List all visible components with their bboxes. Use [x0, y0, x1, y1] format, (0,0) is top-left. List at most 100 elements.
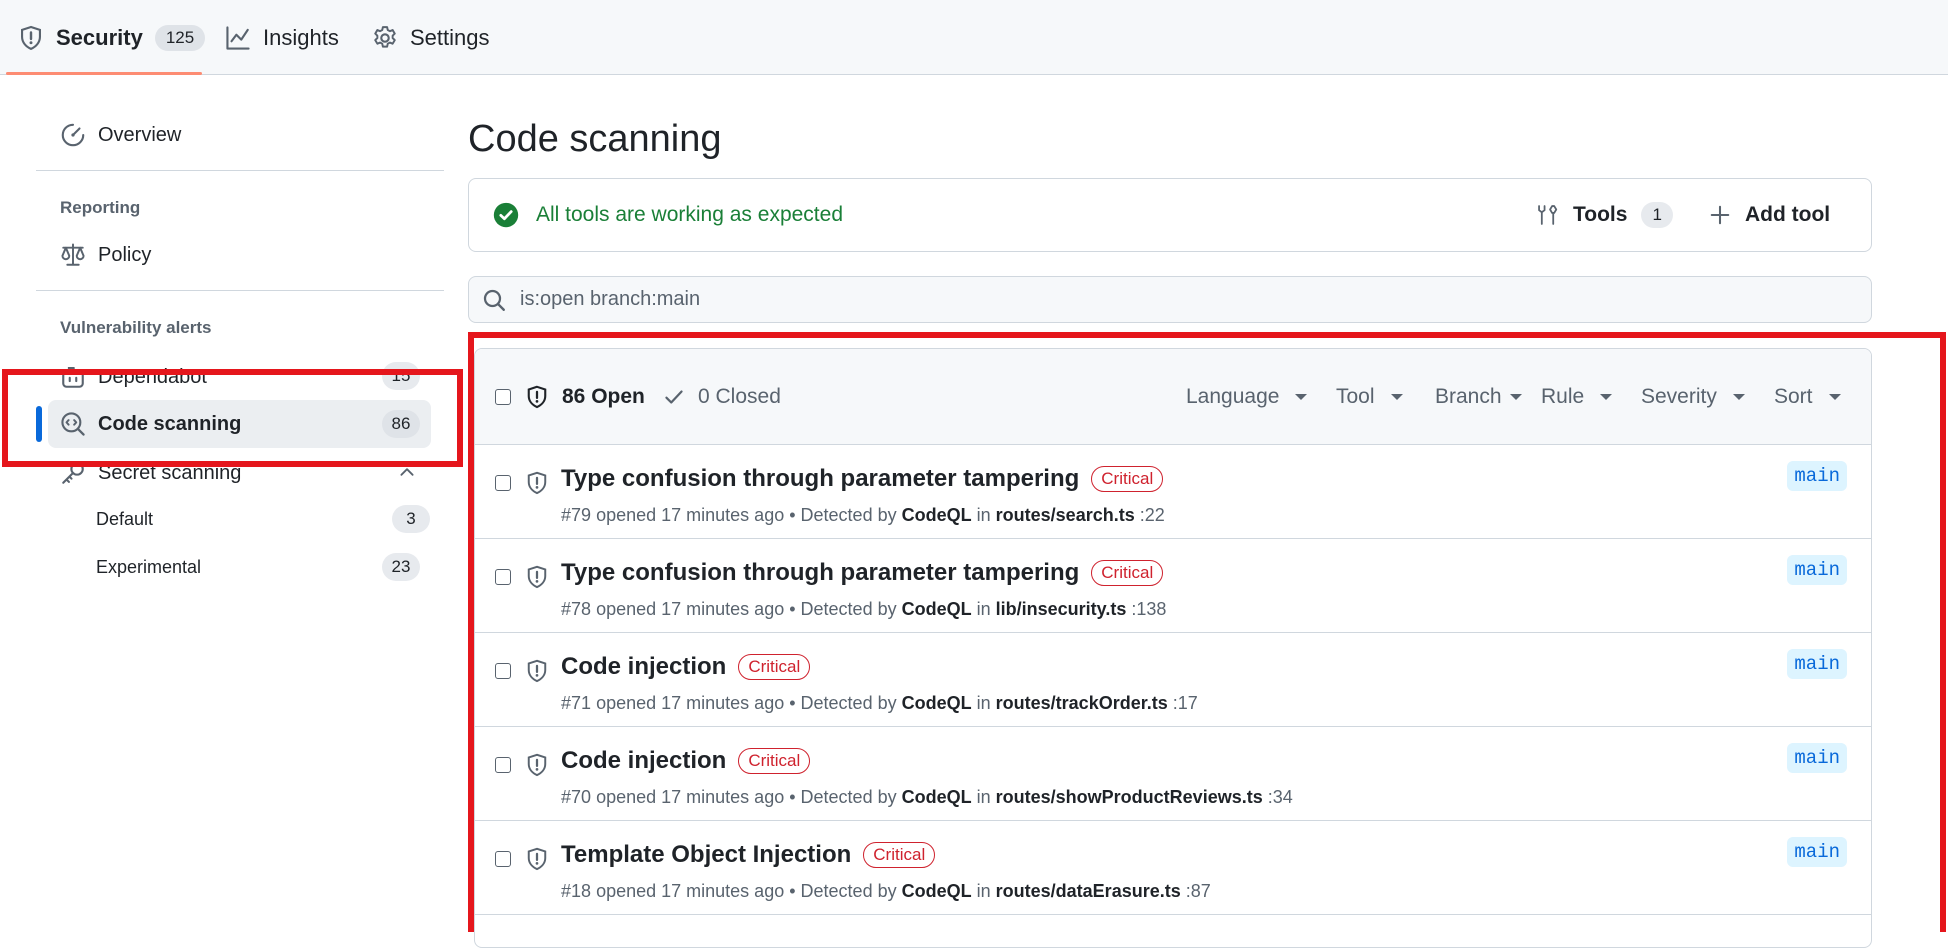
branch-filter-dropdown[interactable]: Branch: [1435, 349, 1522, 445]
alert-in: in: [976, 881, 991, 901]
tool-status: All tools are working as expected: [493, 179, 843, 251]
shield-icon: [527, 385, 547, 409]
security-count-badge: 125: [154, 24, 206, 51]
alert-title-link[interactable]: Template Object Injection: [561, 841, 851, 869]
branch-label[interactable]: main: [1787, 649, 1847, 679]
branch-label[interactable]: main: [1787, 743, 1847, 773]
alert-title-link[interactable]: Type confusion through parameter tamperi…: [561, 465, 1079, 493]
tools-label: Tools: [1573, 203, 1628, 226]
sort-dropdown[interactable]: Sort: [1774, 349, 1841, 445]
open-count-label: 86 Open: [562, 385, 645, 408]
sidebar-item-label: Code scanning: [98, 412, 242, 435]
caret-down-icon: [1600, 394, 1613, 400]
branch-label[interactable]: main: [1787, 461, 1847, 491]
sidebar-item-policy[interactable]: Policy: [60, 242, 151, 268]
add-tool-label: Add tool: [1745, 203, 1831, 226]
shield-icon: [527, 753, 547, 777]
code-scanning-count-badge: 86: [382, 410, 420, 438]
severity-badge: Critical: [1091, 560, 1164, 586]
caret-down-icon: [1390, 394, 1403, 400]
graph-icon: [226, 25, 250, 50]
alert-row[interactable]: Type confusion through parameter tamperi…: [475, 445, 1871, 539]
closed-alerts-filter[interactable]: 0 Closed: [663, 349, 781, 445]
row-checkbox[interactable]: [495, 569, 511, 585]
row-checkbox[interactable]: [495, 757, 511, 773]
active-tab-underline: [6, 72, 202, 75]
filter-label: Branch: [1435, 385, 1502, 408]
gear-icon: [374, 25, 396, 48]
caret-down-icon: [1732, 394, 1745, 400]
alert-file-path: lib/insecurity.ts: [995, 599, 1127, 619]
branch-label[interactable]: main: [1787, 837, 1847, 867]
caret-down-icon: [1295, 394, 1308, 400]
sidebar-item-label: Policy: [98, 243, 152, 266]
sidebar-item-experimental[interactable]: Experimental: [96, 557, 201, 578]
rule-filter-dropdown[interactable]: Rule: [1541, 349, 1613, 445]
language-filter-dropdown[interactable]: Language: [1186, 349, 1308, 445]
alert-tool: CodeQL: [901, 505, 972, 525]
alerts-list-header: 86 Open 0 Closed Language Tool Branch Ru…: [475, 349, 1871, 445]
select-all-checkbox[interactable]: [495, 389, 511, 405]
key-icon: [62, 462, 84, 484]
alert-row[interactable]: Type confusion through parameter tamperi…: [475, 539, 1871, 633]
alert-detected: • Detected by: [789, 505, 897, 525]
page-title: Code scanning: [468, 118, 722, 160]
tools-count-badge: 1: [1641, 202, 1673, 228]
sidebar-heading-reporting: Reporting: [60, 198, 141, 217]
alert-title-link[interactable]: Code injection: [561, 653, 726, 681]
filter-label: Tool: [1336, 385, 1375, 408]
add-tool-button[interactable]: Add tool: [1709, 179, 1830, 251]
alert-number: #18: [561, 881, 592, 901]
alert-row[interactable]: Code injection Critical #70 opened 17 mi…: [475, 727, 1871, 821]
law-icon: [61, 243, 85, 266]
sidebar-item-secret-scanning[interactable]: Secret scanning: [60, 460, 241, 486]
sidebar-item-code-scanning[interactable]: Code scanning: [60, 411, 241, 437]
alert-tool: CodeQL: [901, 599, 972, 619]
alert-file-path: routes/search.ts: [995, 505, 1135, 525]
shield-icon: [527, 471, 547, 495]
caret-down-icon: [1828, 394, 1841, 400]
sidebar-item-default[interactable]: Default: [96, 509, 153, 530]
tab-settings-label: Settings: [410, 24, 490, 50]
tools-button[interactable]: Tools 1: [1537, 179, 1673, 251]
row-checkbox[interactable]: [495, 663, 511, 679]
branch-label[interactable]: main: [1787, 555, 1847, 585]
alert-opened: opened 17 minutes ago: [596, 787, 785, 807]
alert-number: #71: [561, 693, 592, 713]
severity-filter-dropdown[interactable]: Severity: [1641, 349, 1745, 445]
alert-row[interactable]: Code injection Critical #71 opened 17 mi…: [475, 633, 1871, 727]
shield-icon: [21, 25, 41, 50]
check-icon: [665, 390, 683, 404]
row-checkbox[interactable]: [495, 851, 511, 867]
meter-icon: [61, 123, 85, 147]
chevron-up-icon[interactable]: [398, 463, 416, 481]
closed-count-label: 0 Closed: [698, 385, 781, 408]
tool-filter-dropdown[interactable]: Tool: [1336, 349, 1403, 445]
sidebar-item-label: Secret scanning: [98, 461, 242, 484]
tab-insights[interactable]: Insights: [225, 0, 339, 75]
experimental-count-badge: 23: [382, 553, 420, 581]
status-text: All tools are working as expected: [536, 203, 843, 226]
alert-title-group: Code injection Critical: [561, 747, 811, 775]
sidebar-item-label: Default: [96, 509, 154, 529]
alert-number: #70: [561, 787, 592, 807]
alert-line: :87: [1185, 881, 1211, 901]
alert-opened: opened 17 minutes ago: [596, 505, 785, 525]
open-alerts-filter[interactable]: 86 Open: [525, 349, 645, 445]
search-icon: [483, 289, 505, 311]
sidebar-divider: [36, 290, 444, 291]
filter-label: Rule: [1541, 385, 1585, 408]
alert-title-link[interactable]: Code injection: [561, 747, 726, 775]
alert-in: in: [976, 505, 991, 525]
alert-title-link[interactable]: Type confusion through parameter tamperi…: [561, 559, 1079, 587]
alert-search[interactable]: [468, 276, 1872, 323]
tab-security[interactable]: Security 125: [18, 0, 206, 75]
sidebar-item-overview[interactable]: Overview: [60, 122, 181, 148]
row-checkbox[interactable]: [495, 475, 511, 491]
sidebar-item-dependabot[interactable]: Dependabot: [60, 364, 207, 390]
tab-settings[interactable]: Settings: [372, 0, 490, 75]
alert-row[interactable]: Template Object Injection Critical #18 o…: [475, 821, 1871, 915]
alert-file-path: routes/showProductReviews.ts: [995, 787, 1263, 807]
search-input[interactable]: [520, 288, 1820, 311]
alert-line: :138: [1131, 599, 1167, 619]
